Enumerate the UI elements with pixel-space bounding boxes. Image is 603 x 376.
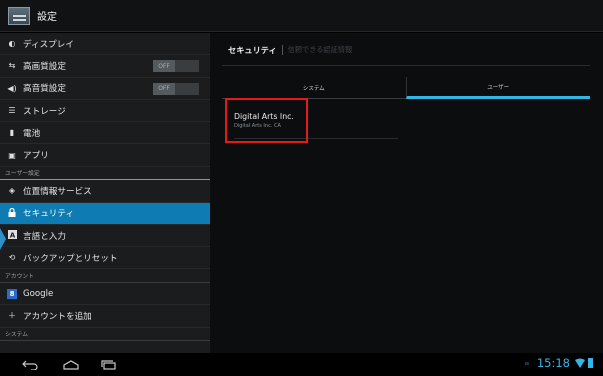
certificate-name: Digital Arts Inc. — [234, 112, 294, 121]
sound-quality-icon: ◀) — [7, 83, 17, 93]
breadcrumb-title[interactable]: セキュリティ — [228, 44, 277, 56]
breadcrumb-divider — [281, 45, 283, 55]
section-header-account: アカウント — [0, 269, 210, 283]
sidebar-item-label: バックアップとリセット — [23, 253, 118, 264]
sidebar-item-label: アカウントを追加 — [23, 311, 92, 322]
sidebar-item-location[interactable]: ◈ 位置情報サービス — [0, 180, 210, 203]
breadcrumb-subtitle: 信頼できる認証情報 — [287, 45, 353, 54]
toggle-state: OFF — [153, 82, 175, 95]
video-quality-toggle[interactable]: OFF — [153, 60, 199, 73]
language-icon: A — [7, 230, 17, 241]
home-icon — [63, 359, 79, 370]
divider — [222, 65, 590, 66]
breadcrumb: セキュリティ 信頼できる認証情報 — [228, 44, 352, 56]
toggle-state: OFF — [153, 60, 175, 73]
battery-status-icon — [588, 358, 593, 368]
sidebar-item-label: ストレージ — [23, 106, 66, 117]
wifi-icon — [575, 358, 585, 368]
video-quality-icon: ⇆ — [8, 61, 16, 71]
settings-sidebar: ◐ ディスプレイ ⇆ 高画質設定 OFF ◀) 高音質設定 OFF ☰ ストレー… — [0, 33, 210, 353]
display-icon: ◐ — [8, 39, 16, 49]
sidebar-item-google[interactable]: 8 Google — [0, 283, 210, 306]
location-icon: ◈ — [8, 186, 16, 196]
language-icon-glyph: A — [9, 231, 15, 239]
settings-app-icon[interactable] — [8, 6, 30, 25]
sidebar-item-video-quality[interactable]: ⇆ 高画質設定 OFF — [0, 55, 210, 78]
sidebar-item-security[interactable]: セキュリティ — [0, 202, 210, 225]
trusted-credentials-pane: セキュリティ 信頼できる認証情報 システム ユーザー Digital Arts … — [210, 33, 603, 353]
back-button[interactable] — [21, 359, 39, 370]
sidebar-item-label: ディスプレイ — [23, 39, 74, 50]
back-icon — [22, 360, 38, 370]
sidebar-item-apps[interactable]: ▣ アプリ — [0, 144, 210, 167]
recent-apps-icon — [101, 359, 116, 370]
credential-tabs: システム ユーザー — [222, 77, 590, 99]
sidebar-item-label: 高画質設定 — [23, 61, 66, 72]
certificate-list-item[interactable]: Digital Arts Inc. Digital Arts Inc. CA — [234, 109, 398, 139]
sidebar-item-language[interactable]: A 言語と入力 — [0, 225, 210, 248]
sidebar-item-label: 位置情報サービス — [23, 186, 92, 197]
section-header-user: ユーザー設定 — [0, 167, 210, 181]
status-area[interactable]: 15:18 — [537, 356, 593, 370]
section-header-system: システム — [0, 328, 210, 342]
backup-icon: ⟲ — [8, 253, 16, 263]
recent-apps-button[interactable] — [100, 359, 118, 370]
apps-icon: ▣ — [8, 150, 16, 160]
battery-icon: ▮ — [9, 128, 15, 138]
app-title: 設定 — [37, 12, 57, 23]
add-icon: ＋ — [8, 311, 16, 321]
google-icon: 8 — [7, 288, 17, 299]
sidebar-item-backup[interactable]: ⟲ バックアップとリセット — [0, 247, 210, 270]
tab-system[interactable]: システム — [222, 77, 406, 99]
sidebar-item-sound-quality[interactable]: ◀) 高音質設定 OFF — [0, 78, 210, 100]
certificate-org: Digital Arts Inc. CA — [234, 123, 281, 129]
clock: 15:18 — [536, 356, 570, 370]
system-nav-bar: 15:18 — [0, 353, 603, 376]
notification-dot — [525, 362, 529, 365]
sidebar-item-label: 高音質設定 — [23, 84, 66, 95]
lock-icon — [7, 207, 17, 219]
sidebar-item-label: 電池 — [23, 128, 41, 139]
sidebar-item-battery[interactable]: ▮ 電池 — [0, 122, 210, 145]
home-button[interactable] — [62, 359, 80, 370]
sidebar-item-label: Google — [23, 288, 54, 299]
storage-icon: ☰ — [8, 106, 16, 116]
sidebar-item-label: アプリ — [23, 151, 49, 162]
sidebar-item-storage[interactable]: ☰ ストレージ — [0, 100, 210, 123]
action-bar: 設定 — [0, 0, 603, 32]
sidebar-item-label: 言語と入力 — [23, 231, 66, 242]
sound-quality-toggle[interactable]: OFF — [153, 82, 199, 95]
tab-user[interactable]: ユーザー — [405, 77, 590, 99]
sidebar-item-add-account[interactable]: ＋ アカウントを追加 — [0, 305, 210, 328]
sidebar-item-label: セキュリティ — [23, 209, 75, 220]
sidebar-item-display[interactable]: ◐ ディスプレイ — [0, 33, 210, 56]
